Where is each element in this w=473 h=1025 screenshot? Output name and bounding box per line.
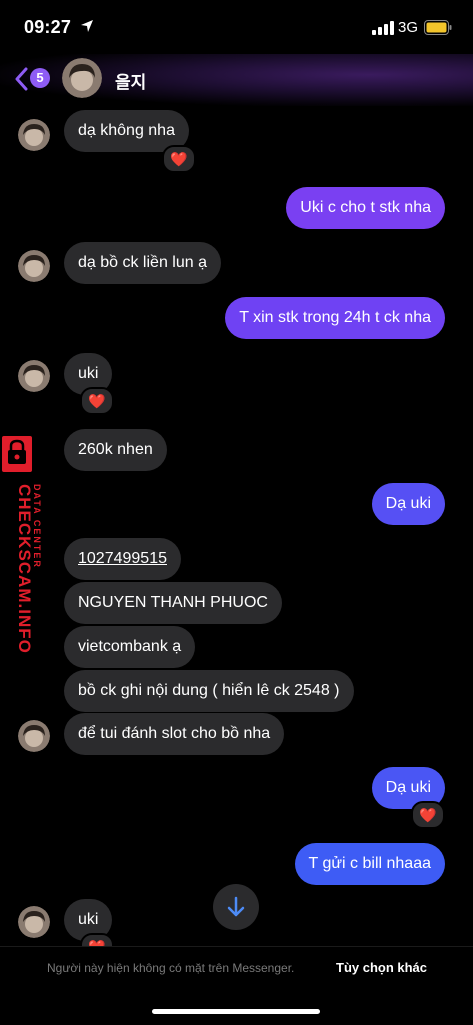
heart-reaction-icon[interactable]: ❤️ [162, 145, 196, 173]
outgoing-message[interactable]: Dạ uki [371, 483, 445, 525]
sender-avatar[interactable] [18, 906, 50, 938]
unavailable-notice: Người này hiện không có mặt trên Messeng… [47, 961, 295, 975]
battery-icon [424, 20, 452, 35]
cellular-signal-icon [372, 21, 394, 35]
scroll-to-bottom-button[interactable] [213, 884, 259, 930]
outgoing-message[interactable]: T gửi c bill nhaaa [294, 843, 445, 885]
incoming-message[interactable]: vietcombank ạ [64, 626, 196, 668]
location-arrow-icon [81, 20, 93, 32]
chevron-left-icon [15, 67, 28, 91]
incoming-message[interactable]: bồ ck ghi nội dung ( hiển lê ck 2548 ) [64, 670, 354, 712]
arrow-down-icon [227, 896, 245, 917]
chat-header: 5 을지 [0, 54, 473, 106]
heart-reaction-icon[interactable]: ❤️ [411, 801, 445, 829]
home-indicator[interactable] [152, 1009, 320, 1014]
watermark-title: CHECKSCAM.INFO [15, 484, 34, 654]
sender-avatar[interactable] [18, 250, 50, 282]
status-bar: 09:27 3G [0, 0, 473, 54]
watermark-subtitle: DATA CENTER [32, 484, 42, 569]
heart-reaction-icon[interactable]: ❤️ [80, 387, 114, 415]
sender-avatar[interactable] [18, 720, 50, 752]
checkscam-watermark: CHECKSCAM.INFO DATA CENTER [2, 436, 44, 666]
sender-avatar[interactable] [18, 360, 50, 392]
unread-count-badge: 5 [30, 68, 50, 88]
incoming-message[interactable]: để tui đánh slot cho bồ nha [64, 713, 285, 755]
incoming-message[interactable]: dạ bồ ck liền lun ạ [64, 242, 221, 284]
more-options-link[interactable]: Tùy chọn khác [336, 960, 427, 975]
network-type: 3G [398, 19, 419, 36]
outgoing-message[interactable]: T xin stk trong 24h t ck nha [225, 297, 445, 339]
composer-footer: Người này hiện không có mặt trên Messeng… [0, 946, 473, 1025]
back-button[interactable]: 5 [14, 64, 54, 94]
lock-icon [2, 436, 32, 472]
incoming-message[interactable]: NGUYEN THANH PHUOC [64, 582, 282, 624]
incoming-message[interactable]: 260k nhen [64, 429, 167, 471]
contact-name[interactable]: 을지 [115, 68, 146, 93]
outgoing-message[interactable]: Uki c cho t stk nha [286, 187, 445, 229]
sender-avatar[interactable] [18, 119, 50, 151]
contact-avatar[interactable] [62, 58, 102, 98]
incoming-message[interactable]: 1027499515 [64, 538, 181, 580]
status-time: 09:27 [24, 17, 72, 37]
